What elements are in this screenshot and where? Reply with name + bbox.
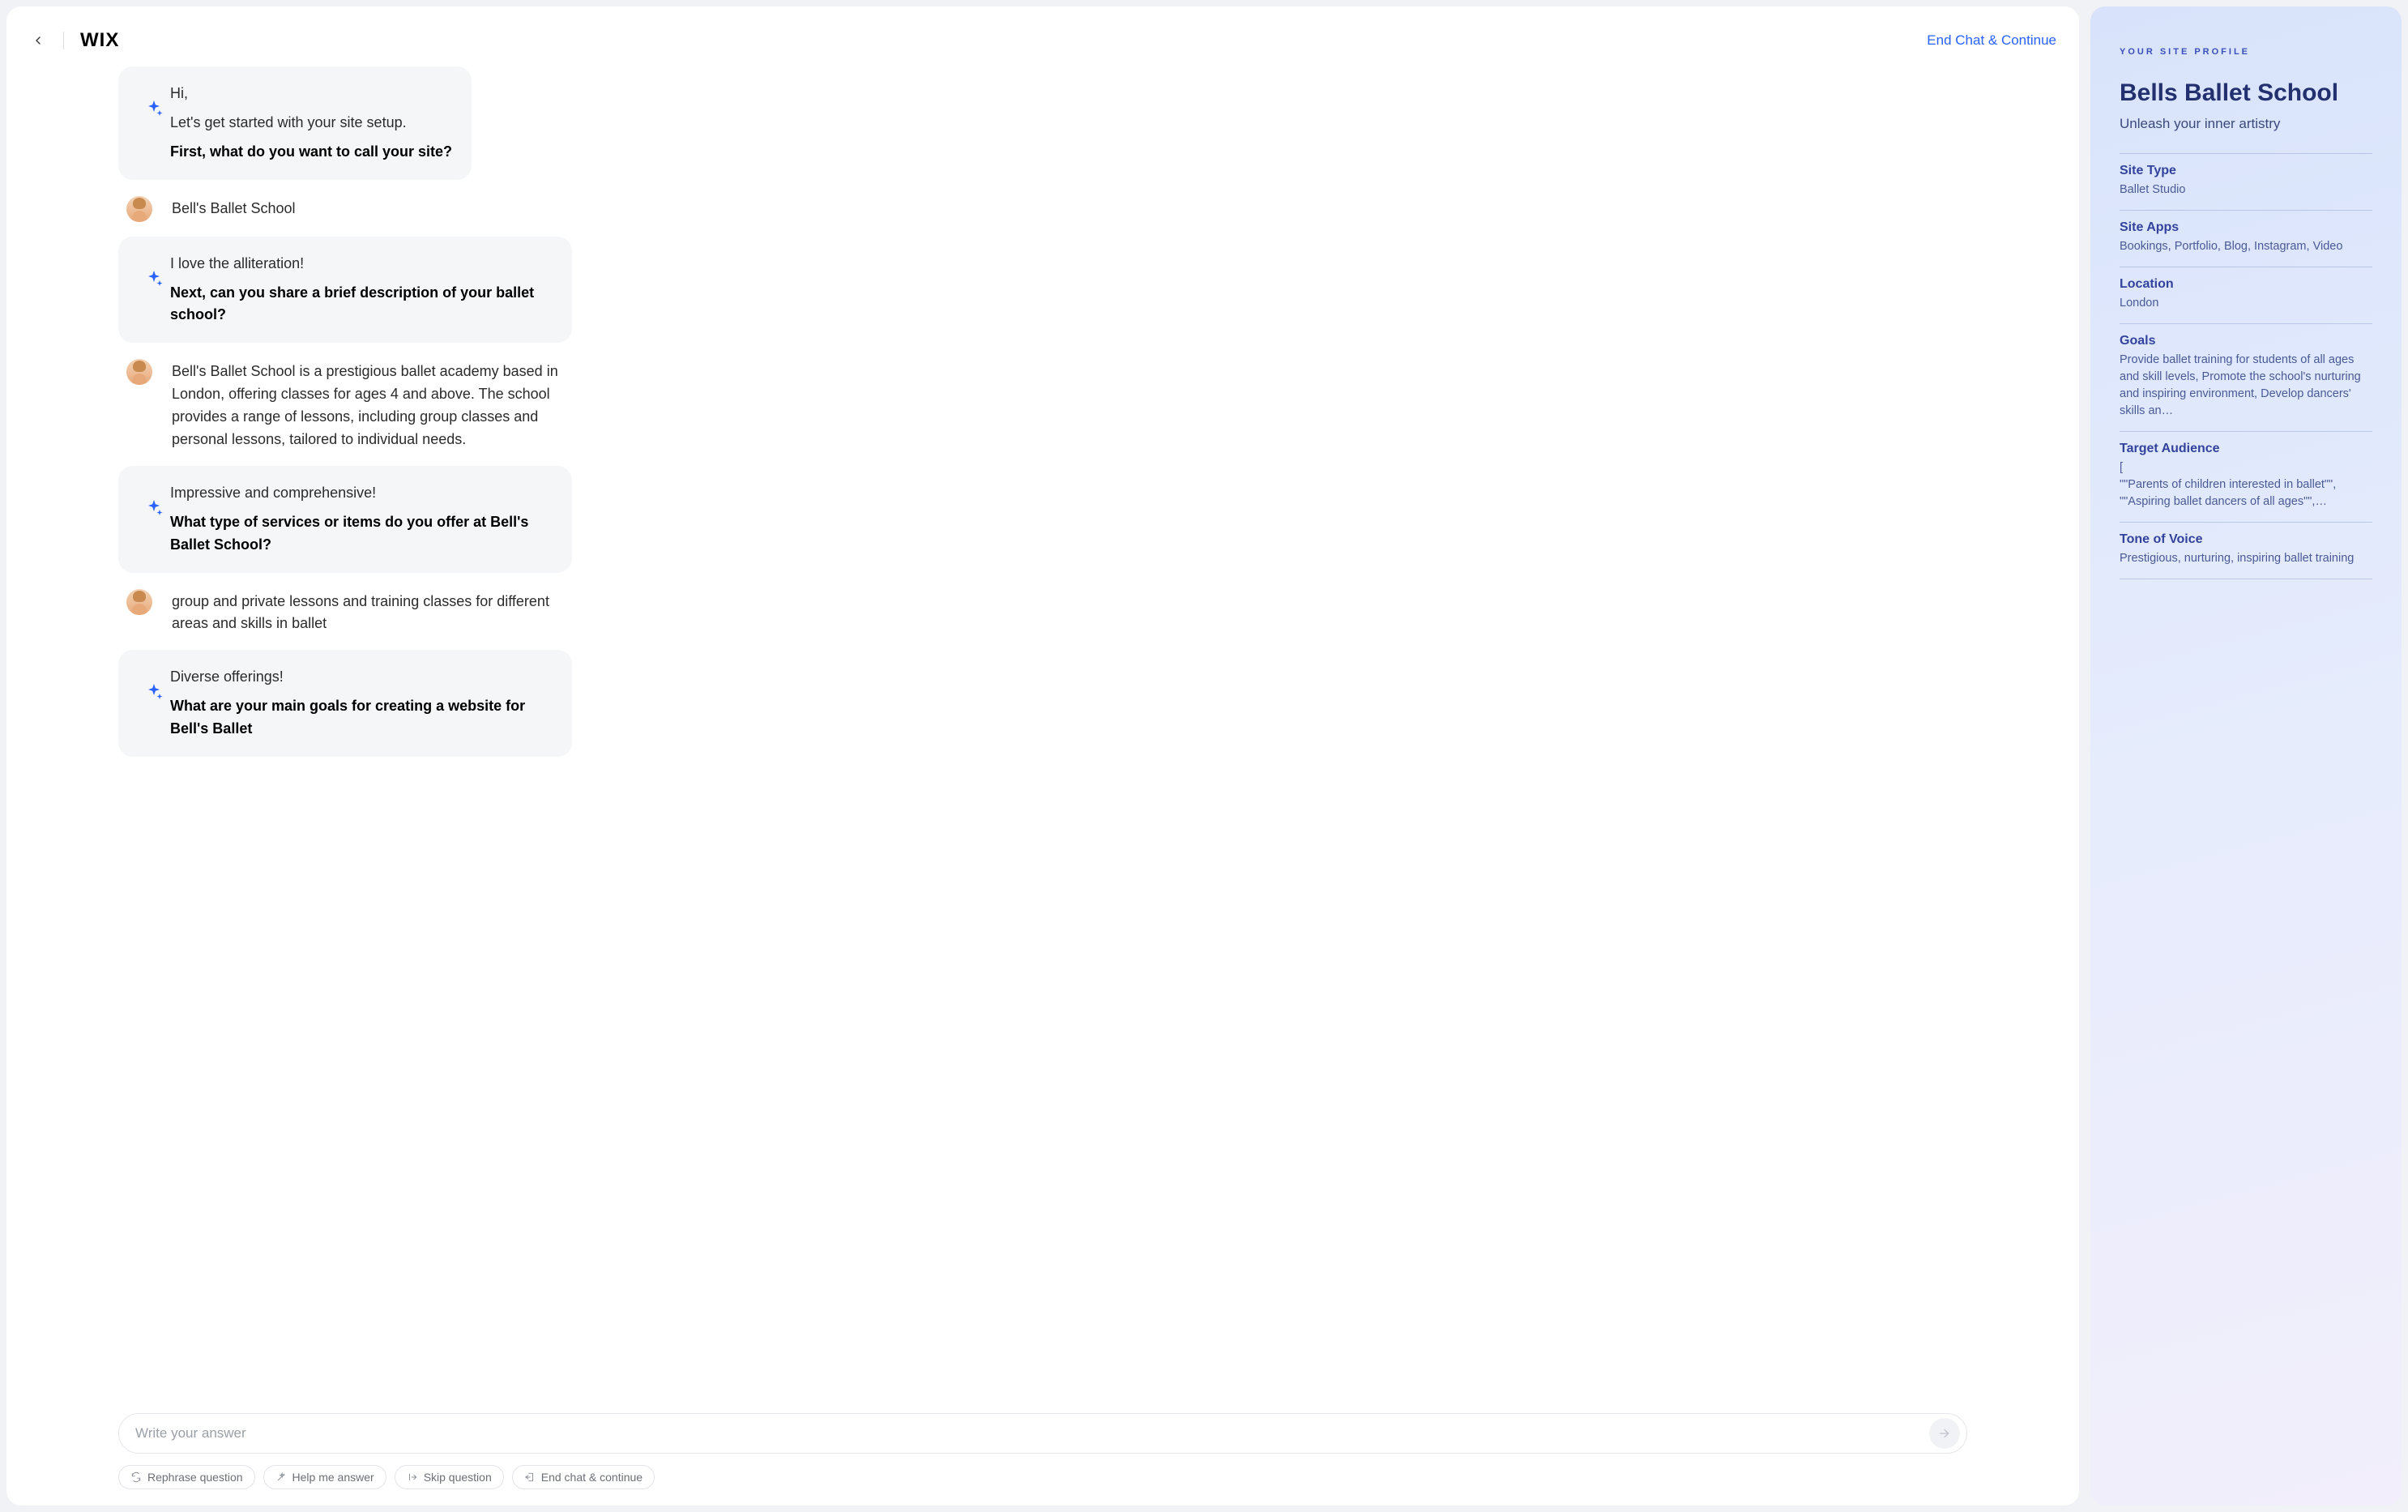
back-button[interactable] — [29, 32, 47, 49]
user-message: Bell's Ballet School — [118, 194, 1967, 222]
profile-block-goals: Goals Provide ballet training for studen… — [2120, 323, 2372, 431]
pill-label: Skip question — [424, 1471, 492, 1484]
ai-text: Let's get started with your site setup. — [170, 112, 452, 135]
pill-label: End chat & continue — [541, 1471, 643, 1484]
profile-block-target-audience: Target Audience [ ""Parents of children … — [2120, 431, 2372, 522]
ai-message: Hi, Let's get started with your site set… — [118, 66, 1967, 180]
profile-value: Provide ballet training for students of … — [2120, 352, 2372, 420]
user-avatar — [126, 196, 152, 222]
ai-question: What type of services or items do you of… — [170, 511, 553, 557]
main-chat-panel: WIX End Chat & Continue Hi, Let's get st… — [6, 6, 2079, 1506]
profile-label: Location — [2120, 277, 2372, 292]
wand-icon — [275, 1471, 287, 1483]
user-text: Bell's Ballet School — [167, 194, 296, 220]
help-me-answer-button[interactable]: Help me answer — [263, 1465, 386, 1489]
user-avatar — [126, 589, 152, 615]
header-divider — [63, 32, 64, 49]
profile-label: Target Audience — [2120, 442, 2372, 456]
answer-input-bar — [118, 1413, 1967, 1454]
skip-question-button[interactable]: Skip question — [395, 1465, 504, 1489]
exit-icon — [524, 1471, 536, 1483]
user-message: group and private lessons and training c… — [118, 587, 1967, 636]
rephrase-question-button[interactable]: Rephrase question — [118, 1465, 255, 1489]
profile-label: Goals — [2120, 334, 2372, 348]
sparkle-icon — [144, 269, 164, 288]
profile-value: Ballet Studio — [2120, 182, 2372, 199]
profile-block-site-type: Site Type Ballet Studio — [2120, 153, 2372, 210]
profile-block-location: Location London — [2120, 267, 2372, 323]
skip-icon — [407, 1471, 418, 1483]
ai-text: I love the alliteration! — [170, 253, 553, 275]
ai-question: First, what do you want to call your sit… — [170, 141, 452, 164]
sparkle-icon — [144, 682, 164, 702]
profile-value: London — [2120, 295, 2372, 312]
chat-area: Hi, Let's get started with your site set… — [29, 66, 2056, 1407]
profile-value: Prestigious, nurturing, inspiring ballet… — [2120, 550, 2372, 567]
site-title: Bells Ballet School — [2120, 79, 2372, 108]
ai-text: Hi, — [170, 83, 452, 105]
user-avatar — [126, 359, 152, 385]
site-tagline: Unleash your inner artistry — [2120, 116, 2372, 132]
end-chat-link[interactable]: End Chat & Continue — [1927, 32, 2056, 49]
ai-question: Next, can you share a brief description … — [170, 282, 553, 327]
refresh-icon — [130, 1471, 142, 1483]
user-text: group and private lessons and training c… — [167, 587, 588, 636]
ai-question: What are your main goals for creating a … — [170, 695, 553, 741]
user-text: Bell's Ballet School is a prestigious ba… — [167, 357, 588, 451]
answer-input[interactable] — [135, 1425, 1929, 1442]
profile-block-site-apps: Site Apps Bookings, Portfolio, Blog, Ins… — [2120, 210, 2372, 267]
site-profile-panel: YOUR SITE PROFILE Bells Ballet School Un… — [2090, 6, 2402, 1506]
end-chat-continue-button[interactable]: End chat & continue — [512, 1465, 655, 1489]
profile-value: [ ""Parents of children interested in ba… — [2120, 459, 2372, 510]
header: WIX End Chat & Continue — [29, 29, 2056, 52]
ai-text: Impressive and comprehensive! — [170, 482, 553, 505]
pill-label: Rephrase question — [147, 1471, 243, 1484]
quick-actions: Rephrase question Help me answer Skip qu… — [29, 1454, 2056, 1489]
ai-message: I love the alliteration! Next, can you s… — [118, 237, 1967, 344]
profile-value: Bookings, Portfolio, Blog, Instagram, Vi… — [2120, 238, 2372, 255]
profile-block-tone: Tone of Voice Prestigious, nurturing, in… — [2120, 522, 2372, 579]
user-message: Bell's Ballet School is a prestigious ba… — [118, 357, 1967, 451]
ai-message: Impressive and comprehensive! What type … — [118, 466, 1967, 573]
profile-label: Tone of Voice — [2120, 532, 2372, 547]
sparkle-icon — [144, 99, 164, 118]
profile-label: Site Apps — [2120, 220, 2372, 235]
sparkle-icon — [144, 498, 164, 518]
profile-eyebrow: YOUR SITE PROFILE — [2120, 47, 2372, 57]
pill-label: Help me answer — [292, 1471, 374, 1484]
wix-logo: WIX — [80, 29, 119, 52]
profile-label: Site Type — [2120, 164, 2372, 178]
ai-message: Diverse offerings! What are your main go… — [118, 650, 1967, 757]
send-button[interactable] — [1929, 1418, 1960, 1449]
ai-text: Diverse offerings! — [170, 666, 553, 689]
